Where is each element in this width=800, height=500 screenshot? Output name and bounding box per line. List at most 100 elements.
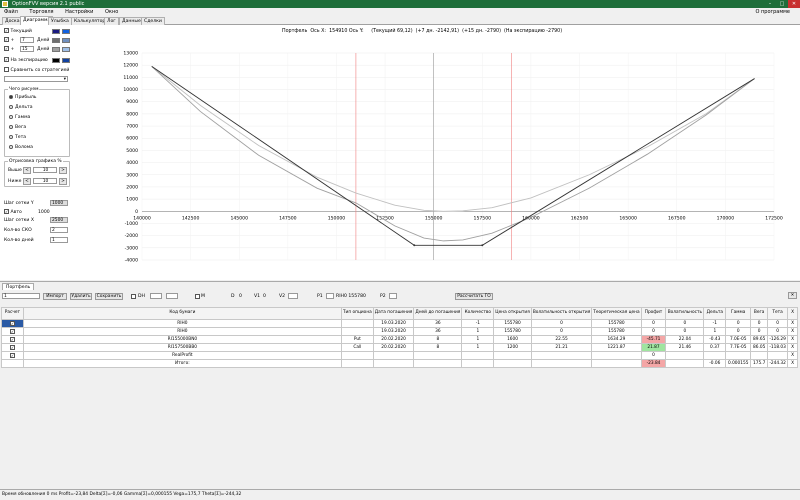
below-minus-button[interactable]: < [23, 178, 31, 185]
radio-volume[interactable]: Волома [9, 144, 33, 151]
days-count-input[interactable]: 1 [50, 237, 68, 243]
strategy-select[interactable]: ▾ [4, 76, 68, 82]
maximize-button[interactable]: □ [776, 0, 788, 8]
calc-checkbox[interactable]: ✓ [1, 343, 24, 352]
expiry-checkbox[interactable]: ✓ [4, 57, 9, 62]
table-row[interactable]: ✓ RIH0 19.03.2020 36 -1 155780 0 155780 0 0 -1 0 0 0 X [1, 319, 798, 328]
radio-profit[interactable]: Прибыль [9, 94, 36, 101]
column-header[interactable]: Расчет [1, 307, 24, 320]
minimize-button[interactable]: – [764, 0, 776, 8]
column-header[interactable]: Гамма [725, 307, 752, 320]
above-plus-button[interactable]: > [59, 167, 67, 174]
above-input[interactable]: 10 [33, 167, 57, 173]
menu-trade[interactable]: Торговля [29, 8, 53, 16]
calc-checkbox[interactable]: ✓ [1, 351, 24, 360]
days-2-color-swatch-2[interactable] [62, 47, 70, 52]
table-row[interactable]: ✓ RI157500BB0 Call 20.02.2020 8 1 1200 21.21 122… [1, 343, 798, 352]
menu-settings[interactable]: Настройки [65, 8, 93, 16]
menu-window[interactable]: Окно [105, 8, 118, 16]
p2-input[interactable] [389, 293, 397, 299]
tab-log[interactable]: Лог [104, 17, 119, 25]
radio-theta[interactable]: Тета [9, 134, 26, 141]
radio-gamma[interactable]: Гамма [9, 114, 30, 121]
dh-checkbox[interactable] [131, 294, 136, 299]
dh-spin-2[interactable] [166, 293, 178, 299]
import-button[interactable]: Импорт [43, 293, 67, 300]
calc-checkbox[interactable]: ✓ [1, 327, 24, 336]
current-color-swatch[interactable] [52, 29, 60, 34]
delete-row-button[interactable]: X [787, 327, 798, 336]
close-button[interactable]: ✕ [788, 0, 800, 8]
grid-y-input[interactable]: 1000 [50, 200, 68, 206]
table-row[interactable]: Итого: -23.84 -0.06 0.000155 175.7 -244.32 X [1, 359, 798, 368]
calc-checkbox[interactable]: ✓ [1, 319, 24, 328]
tab-portfolio[interactable]: Портфель [2, 283, 35, 290]
column-header[interactable]: Вега [750, 307, 769, 320]
delete-row-button[interactable]: X [787, 351, 798, 360]
app-icon [2, 1, 8, 7]
current-checkbox[interactable]: ✓ [4, 28, 9, 33]
dh-spin-1[interactable] [150, 293, 162, 299]
column-header[interactable]: Волатильность открытия [530, 307, 593, 320]
chevron-down-icon: ▾ [63, 77, 66, 82]
days-2-input[interactable]: 15 [20, 46, 34, 52]
column-header[interactable]: Дельта [703, 307, 727, 320]
above-minus-button[interactable]: < [23, 167, 31, 174]
table-row[interactable]: ✓ RI155000BN0 Put 20.02.2020 8 1 1600 22.55 1634… [1, 335, 798, 344]
below-input[interactable]: 10 [33, 178, 57, 184]
delete-row-button[interactable]: X [787, 343, 798, 352]
column-header[interactable]: Дата погашения [372, 307, 415, 320]
days-2-color-swatch[interactable] [52, 47, 60, 52]
days-1-input[interactable]: 7 [20, 37, 34, 43]
menu-file[interactable]: Файл [4, 8, 18, 16]
calc-checkbox[interactable]: ✓ [1, 335, 24, 344]
column-header[interactable]: Профит [640, 307, 667, 320]
p1-input[interactable] [326, 293, 334, 299]
menu-about[interactable]: О программе [755, 8, 790, 16]
delete-row-button[interactable]: X [787, 359, 798, 368]
radio-delta[interactable]: Дельта [9, 104, 33, 111]
m-checkbox[interactable] [195, 294, 200, 299]
table-cell: 175.7 [750, 359, 769, 368]
days-1-color-swatch-2[interactable] [62, 38, 70, 43]
expiry-color-swatch-2[interactable] [62, 58, 70, 63]
column-header[interactable]: Количество [461, 307, 495, 320]
close-portfolio-button[interactable]: ✕ [788, 292, 797, 299]
save-button[interactable]: Сохранить [95, 293, 123, 300]
below-plus-button[interactable]: > [59, 178, 67, 185]
plus-sign-2: + [10, 47, 15, 52]
table-row[interactable]: ✓ RIH0 19.03.2020 36 1 155780 0 155780 0 0 1 0 0 0 X [1, 327, 798, 336]
delete-row-button[interactable]: X [787, 335, 798, 344]
column-header[interactable]: Тета [767, 307, 789, 320]
column-header[interactable]: Код бумаги [22, 307, 342, 320]
column-header[interactable]: Теоретическая цена [591, 307, 642, 320]
plus-days-1-checkbox[interactable]: ✓ [4, 37, 9, 42]
table-cell: 36 [413, 319, 463, 328]
radio-vega[interactable]: Вега [9, 124, 26, 131]
column-header[interactable]: Тип опциона [340, 307, 374, 320]
compare-checkbox[interactable] [4, 67, 9, 72]
tab-smile[interactable]: Улыбка [48, 17, 72, 25]
table-cell [340, 327, 374, 336]
calc-checkbox[interactable] [1, 359, 24, 368]
column-header[interactable]: Цена открытия [493, 307, 532, 320]
table-cell: 0 [725, 319, 752, 328]
tab-calculator[interactable]: Калькулятор [71, 17, 109, 25]
calculate-margin-button[interactable]: Рассчитать ГО [455, 293, 493, 300]
tab-deals[interactable]: Сделки [141, 17, 165, 25]
column-header[interactable]: Волатильность [665, 307, 705, 320]
days-1-color-swatch[interactable] [52, 38, 60, 43]
portfolio-select[interactable]: 1 [2, 293, 40, 299]
expiry-color-swatch[interactable] [52, 58, 60, 63]
sko-input[interactable]: 2 [50, 227, 68, 233]
plus-days-2-checkbox[interactable]: ✓ [4, 46, 9, 51]
grid-x-input[interactable]: 2500 [50, 217, 68, 223]
table-row[interactable]: ✓ RealProfit 0 X [1, 351, 798, 360]
v2-input[interactable] [288, 293, 298, 299]
column-header[interactable]: Дней до погашения [413, 307, 463, 320]
delete-button[interactable]: Удалить [70, 293, 92, 300]
delete-row-button[interactable]: X [787, 319, 798, 328]
current-color-swatch-2[interactable] [62, 29, 70, 34]
column-header[interactable]: X [787, 307, 798, 320]
auto-checkbox[interactable]: ✓ [4, 209, 9, 214]
